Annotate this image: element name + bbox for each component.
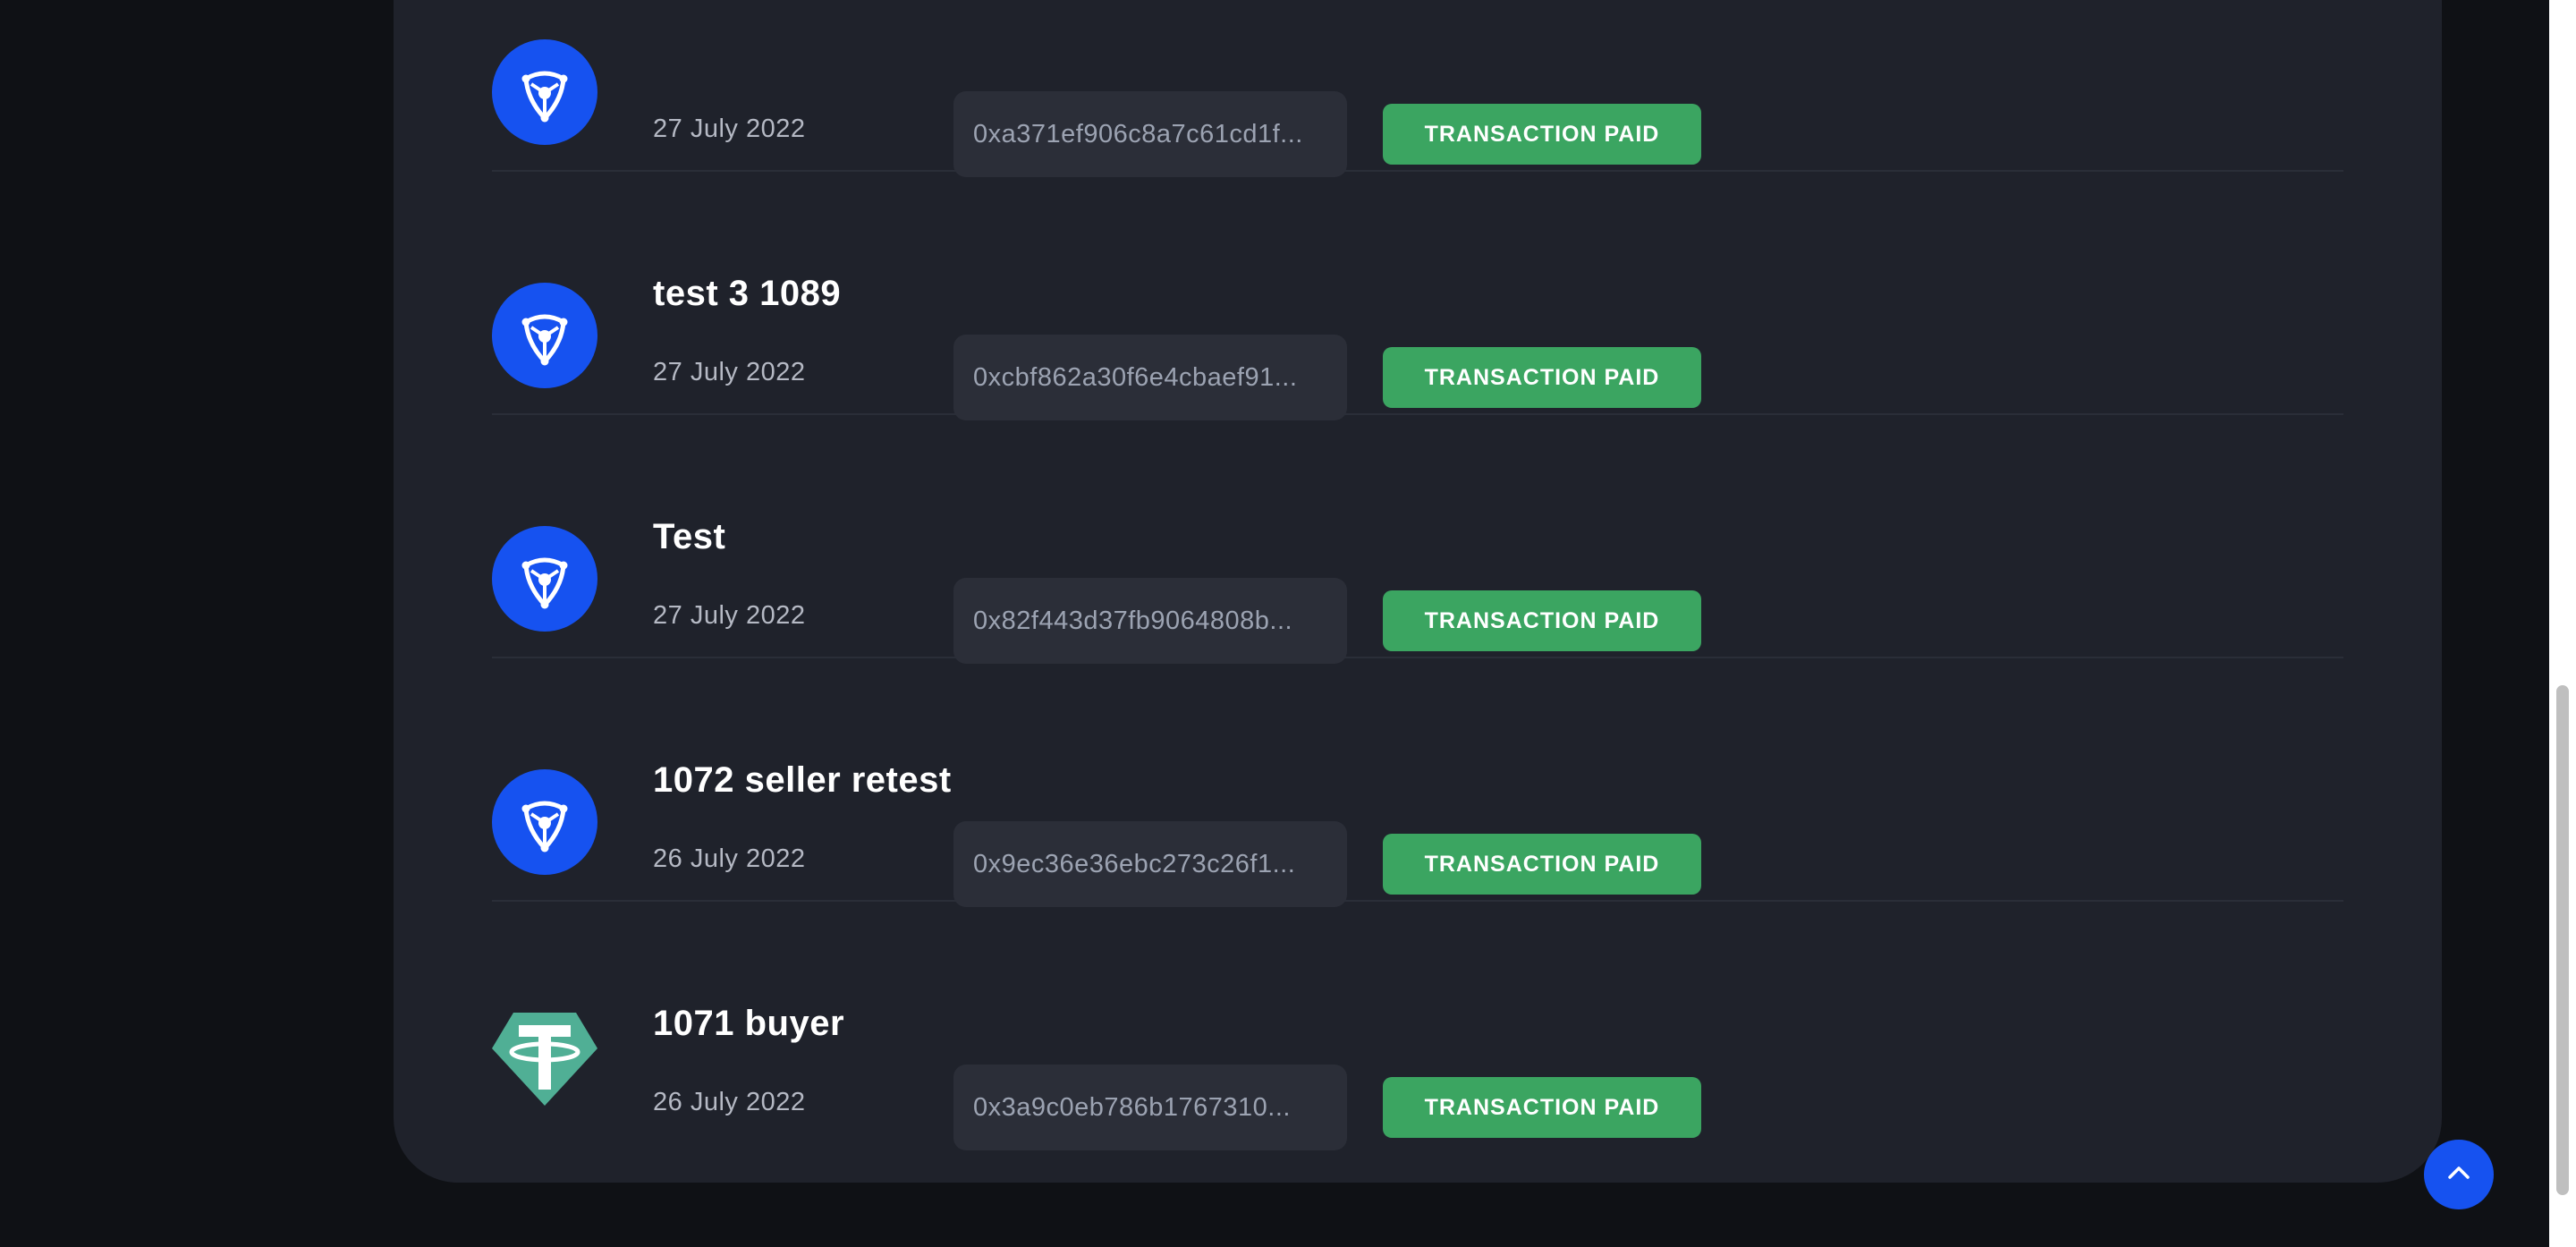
scrollbar-thumb[interactable] [2556, 685, 2569, 1195]
hapi-token-icon [492, 526, 597, 632]
hapi-token-icon [492, 39, 597, 145]
transaction-date: 27 July 2022 [653, 115, 806, 143]
transaction-title: Test [653, 517, 726, 556]
status-badge: TRANSACTION PAID [1383, 347, 1701, 408]
transaction-title: test 3 1089 [653, 274, 842, 313]
transaction-date: 27 July 2022 [653, 601, 806, 630]
transaction-hash[interactable]: 0x82f443d37fb9064808b... [953, 578, 1347, 664]
transaction-title: 1072 seller retest [653, 760, 952, 800]
tether-usdt-icon [492, 1013, 597, 1118]
transaction-hash[interactable]: 0xcbf862a30f6e4cbaef91... [953, 335, 1347, 420]
transaction-hash[interactable]: 0xa371ef906c8a7c61cd1f... [953, 91, 1347, 177]
chevron-up-icon [2445, 1159, 2472, 1191]
transactions-card: 27 July 2022 0xa371ef906c8a7c61cd1f... T… [394, 0, 2442, 1183]
transaction-title: 1071 buyer [653, 1004, 845, 1043]
transaction-row[interactable]: test 3 1089 27 July 2022 0xcbf862a30f6e4… [492, 172, 2343, 420]
transaction-date: 27 July 2022 [653, 358, 806, 386]
status-badge: TRANSACTION PAID [1383, 104, 1701, 165]
transaction-row[interactable]: Test 27 July 2022 0x82f443d37fb9064808b.… [492, 415, 2343, 664]
transaction-hash[interactable]: 0x3a9c0eb786b1767310... [953, 1065, 1347, 1150]
page-viewport: 27 July 2022 0xa371ef906c8a7c61cd1f... T… [0, 0, 2576, 1247]
transaction-row[interactable]: 27 July 2022 0xa371ef906c8a7c61cd1f... T… [492, 0, 2343, 177]
transaction-date: 26 July 2022 [653, 1088, 806, 1116]
status-badge: TRANSACTION PAID [1383, 590, 1701, 651]
scrollbar[interactable] [2549, 0, 2576, 1247]
transaction-date: 26 July 2022 [653, 844, 806, 873]
transaction-row[interactable]: 1071 buyer 26 July 2022 0x3a9c0eb786b176… [492, 902, 2343, 1150]
transaction-list: 27 July 2022 0xa371ef906c8a7c61cd1f... T… [492, 0, 2343, 1150]
hapi-token-icon [492, 769, 597, 875]
status-badge: TRANSACTION PAID [1383, 834, 1701, 895]
scroll-to-top-button[interactable] [2424, 1140, 2494, 1209]
transaction-row[interactable]: 1072 seller retest 26 July 2022 0x9ec36e… [492, 658, 2343, 907]
transaction-hash[interactable]: 0x9ec36e36ebc273c26f1... [953, 821, 1347, 907]
status-badge: TRANSACTION PAID [1383, 1077, 1701, 1138]
hapi-token-icon [492, 283, 597, 388]
